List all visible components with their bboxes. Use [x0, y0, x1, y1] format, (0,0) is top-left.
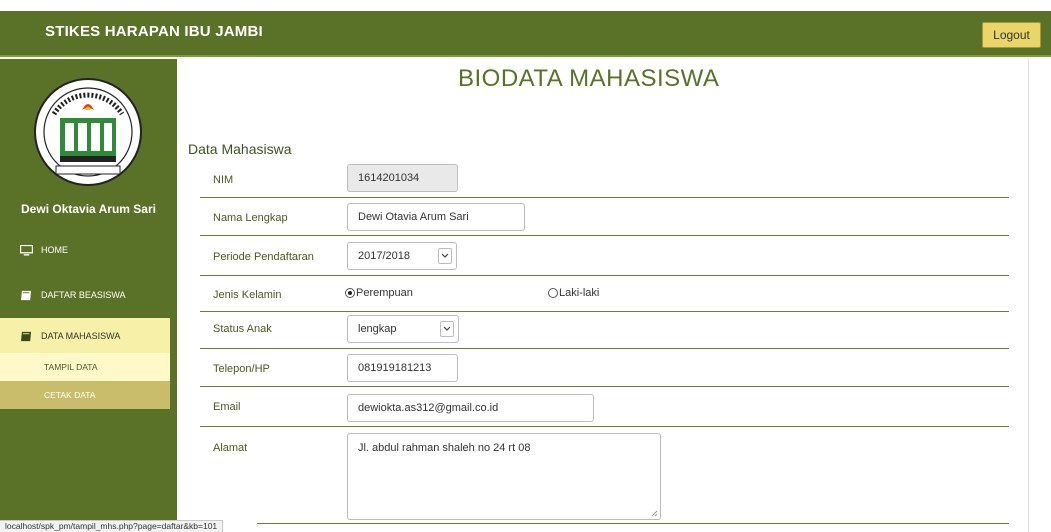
chevron-down-icon	[440, 321, 454, 337]
sidebar-subitem-cetak-data[interactable]: CETAK DATA	[0, 381, 170, 409]
telepon-field[interactable]: 081919181213	[347, 354, 458, 382]
textarea-value: Jl. abdul rahman shaleh no 24 rt 08	[358, 442, 531, 454]
form-row-status-anak: Status Anak lengkap	[200, 312, 1009, 349]
monitor-icon	[20, 244, 33, 256]
section-title: Data Mahasiswa	[188, 141, 292, 157]
form-row-alamat: Alamat Jl. abdul rahman shaleh no 24 rt …	[200, 427, 1009, 523]
page: STIKES HARAPAN IBU JAMBI Logout Dewi Okt…	[0, 0, 1051, 532]
form-row-periode: Periode Pendaftaran 2017/2018	[200, 236, 1009, 276]
email-field[interactable]: dewiokta.as312@gmail.co.id	[347, 394, 594, 422]
sidebar-item-label: DAFTAR BEASISWA	[41, 290, 126, 300]
select-value: lengkap	[358, 323, 397, 335]
book-icon	[21, 331, 32, 341]
content-border	[1028, 59, 1029, 532]
sidebar-item-label: DATA MAHASISWA	[41, 331, 121, 341]
page-title: BIODATA MAHASISWA	[458, 65, 720, 92]
field-label: NIM	[213, 174, 234, 186]
nim-field: 1614201034	[347, 164, 458, 192]
nama-lengkap-field[interactable]: Dewi Otavia Arum Sari	[347, 203, 525, 231]
form-row-email: Email dewiokta.as312@gmail.co.id	[200, 387, 1009, 427]
top-navbar: STIKES HARAPAN IBU JAMBI Logout	[0, 11, 1051, 57]
field-label: Alamat	[213, 442, 248, 454]
radio-unselected-icon	[548, 288, 558, 298]
school-seal-logo	[34, 78, 142, 186]
form-row-nama: Nama Lengkap Dewi Otavia Arum Sari	[200, 198, 1009, 236]
logout-button[interactable]: Logout	[982, 22, 1041, 48]
radio-label: Perempuan	[356, 287, 413, 299]
field-label: Jenis Kelamin	[213, 289, 282, 301]
radio-selected-icon	[345, 288, 355, 298]
field-label: Periode Pendaftaran	[213, 251, 314, 263]
row-divider	[257, 523, 1009, 524]
field-label: Telepon/HP	[213, 363, 270, 375]
form-row-jenis-kelamin: Jenis Kelamin Perempuan Laki-laki	[200, 276, 1009, 312]
radio-perempuan[interactable]: Perempuan	[345, 287, 413, 299]
form-row-nim: NIM 1614201034	[200, 160, 1009, 198]
sidebar-subitem-tampil-data[interactable]: TAMPIL DATA	[0, 353, 170, 381]
form-row-telepon: Telepon/HP 081919181213	[200, 349, 1009, 387]
field-label: Email	[213, 401, 241, 413]
field-label: Nama Lengkap	[213, 212, 288, 224]
sidebar-item-daftar-beasiswa[interactable]: DAFTAR BEASISWA	[0, 277, 170, 313]
field-label: Status Anak	[213, 323, 272, 335]
radio-label: Laki-laki	[559, 287, 600, 299]
status-anak-select[interactable]: lengkap	[347, 315, 459, 343]
sidebar-item-label: HOME	[41, 245, 68, 255]
browser-status-url: localhost/spk_pm/tampil_mhs.php?page=daf…	[0, 520, 224, 532]
sidebar-item-data-mahasiswa[interactable]: DATA MAHASISWA	[0, 318, 170, 354]
alamat-textarea[interactable]: Jl. abdul rahman shaleh no 24 rt 08	[347, 433, 661, 520]
chevron-down-icon	[438, 248, 452, 264]
book-icon	[21, 290, 32, 300]
sidebar-item-home[interactable]: HOME	[0, 232, 170, 268]
brand-title[interactable]: STIKES HARAPAN IBU JAMBI	[45, 23, 263, 40]
periode-select[interactable]: 2017/2018	[347, 242, 457, 270]
user-name: Dewi Oktavia Arum Sari	[21, 202, 156, 216]
select-value: 2017/2018	[358, 250, 410, 262]
resize-handle-icon[interactable]	[650, 509, 658, 517]
sidebar: Dewi Oktavia Arum Sari HOME DAFTAR BEASI…	[0, 59, 177, 532]
radio-laki-laki[interactable]: Laki-laki	[548, 287, 599, 299]
